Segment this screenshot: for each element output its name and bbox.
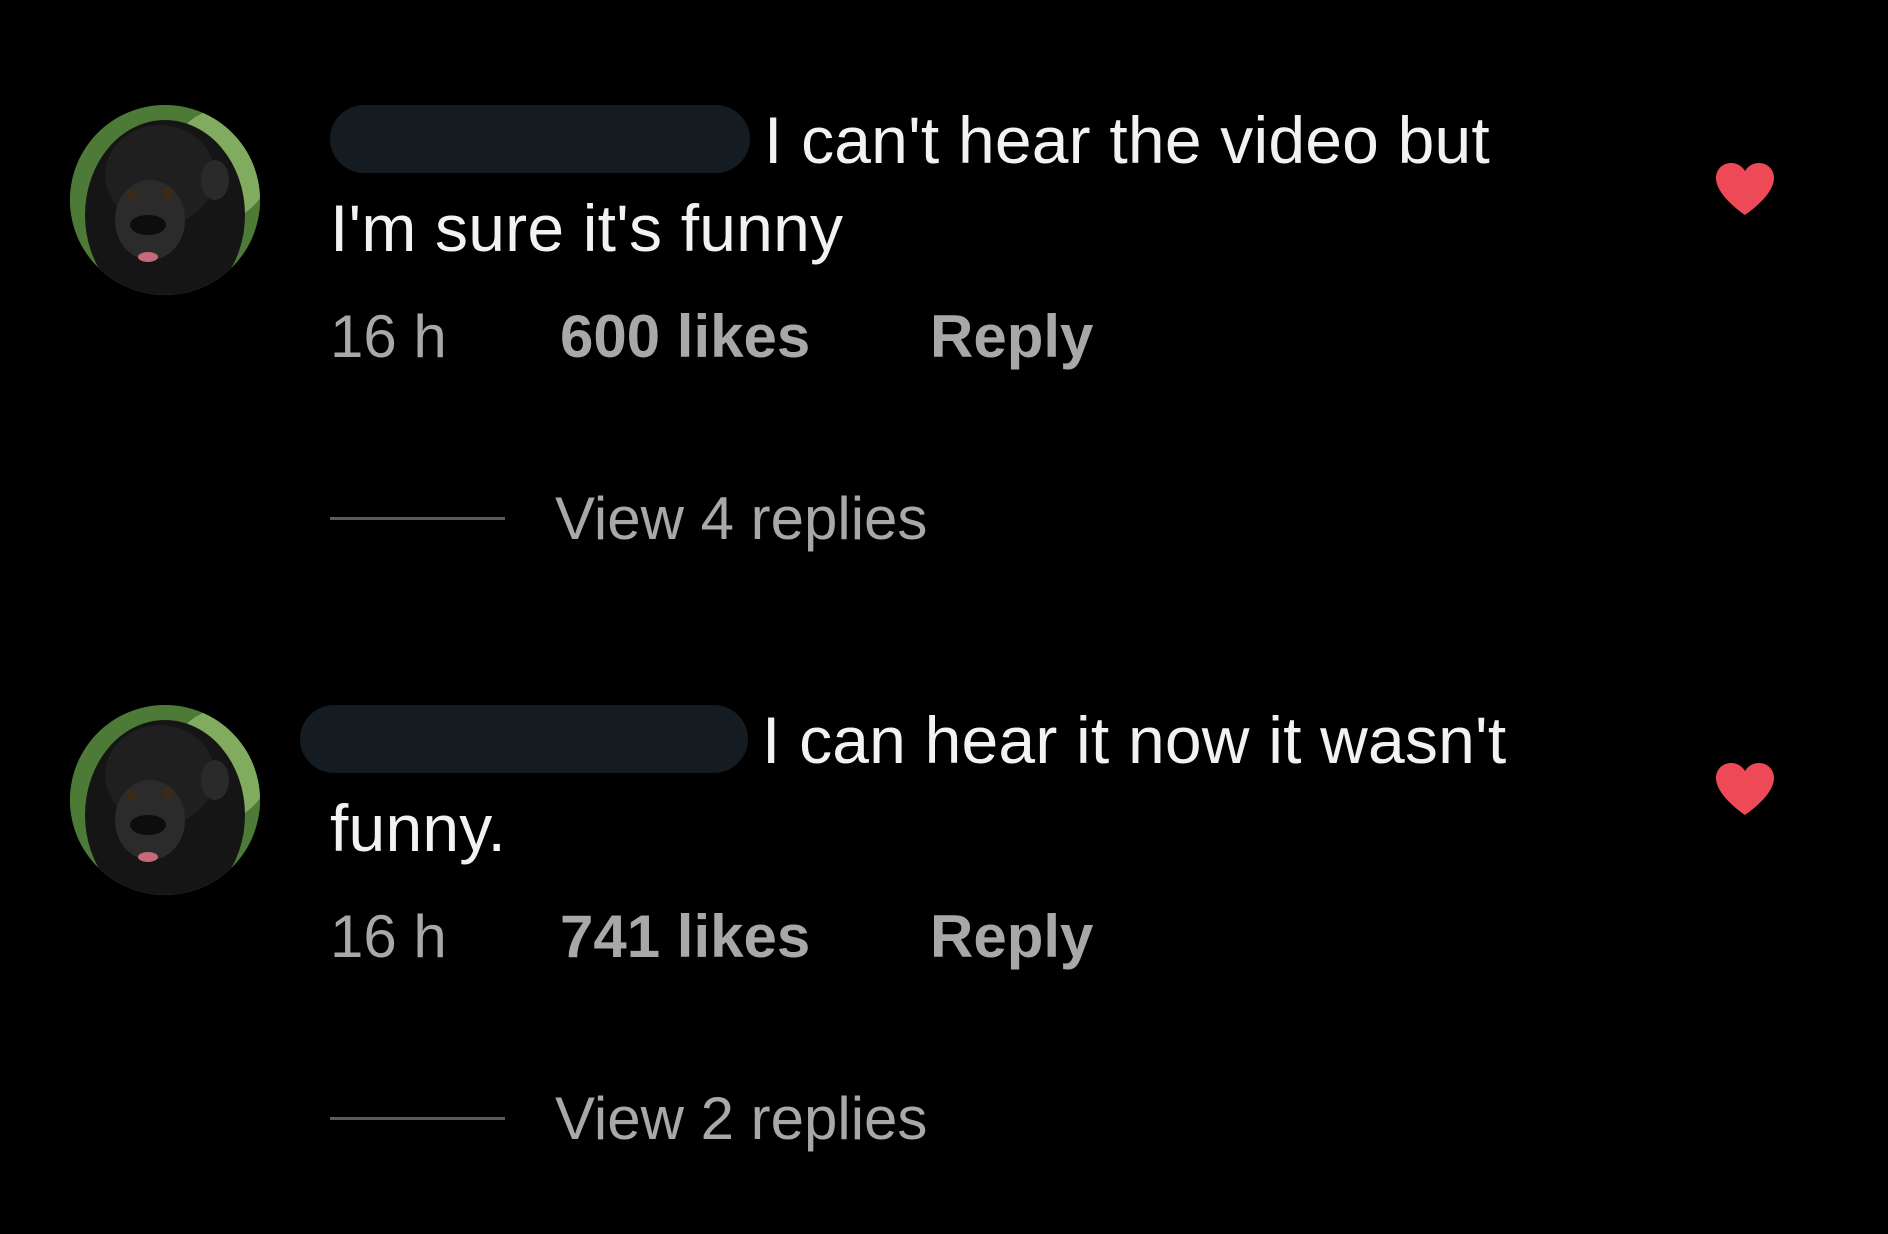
reply-button[interactable]: Reply (930, 302, 1093, 372)
view-replies-button[interactable]: View 2 replies (330, 1083, 927, 1153)
replies-divider-line (330, 516, 505, 520)
comment-likes[interactable]: 741 likes (560, 902, 930, 972)
gorilla-avatar-icon (70, 105, 260, 295)
comment-text: I can hear it now it wasn't funny. (300, 696, 1660, 872)
view-replies-label: View 4 replies (555, 484, 928, 552)
replies-divider-line (330, 1116, 505, 1120)
comment-time: 16 h (330, 903, 447, 970)
avatar[interactable] (70, 105, 260, 295)
comment-meta: 16 h 741 likes Reply (330, 902, 1093, 972)
avatar[interactable] (70, 705, 260, 895)
comment-meta: 16 h 600 likes Reply (330, 302, 1093, 372)
view-replies-button[interactable]: View 4 replies (330, 483, 927, 553)
like-heart-icon[interactable] (1714, 761, 1776, 817)
view-replies-label: View 2 replies (555, 1084, 928, 1152)
comment-text-line-1: I can hear it now it wasn't (762, 703, 1507, 777)
reply-button[interactable]: Reply (930, 902, 1093, 972)
comment-likes[interactable]: 600 likes (560, 302, 930, 372)
comment-text: I can't hear the video but I'm sure it's… (330, 96, 1690, 272)
like-heart-icon[interactable] (1714, 161, 1776, 217)
comment-text-line-2: I'm sure it's funny (330, 191, 844, 265)
comment-time: 16 h (330, 303, 447, 370)
gorilla-avatar-icon (70, 705, 260, 895)
comment-text-line-2: funny. (330, 791, 507, 865)
redacted-username[interactable] (300, 705, 748, 773)
comment-text-line-1: I can't hear the video but (764, 103, 1490, 177)
redacted-username[interactable] (330, 105, 750, 173)
